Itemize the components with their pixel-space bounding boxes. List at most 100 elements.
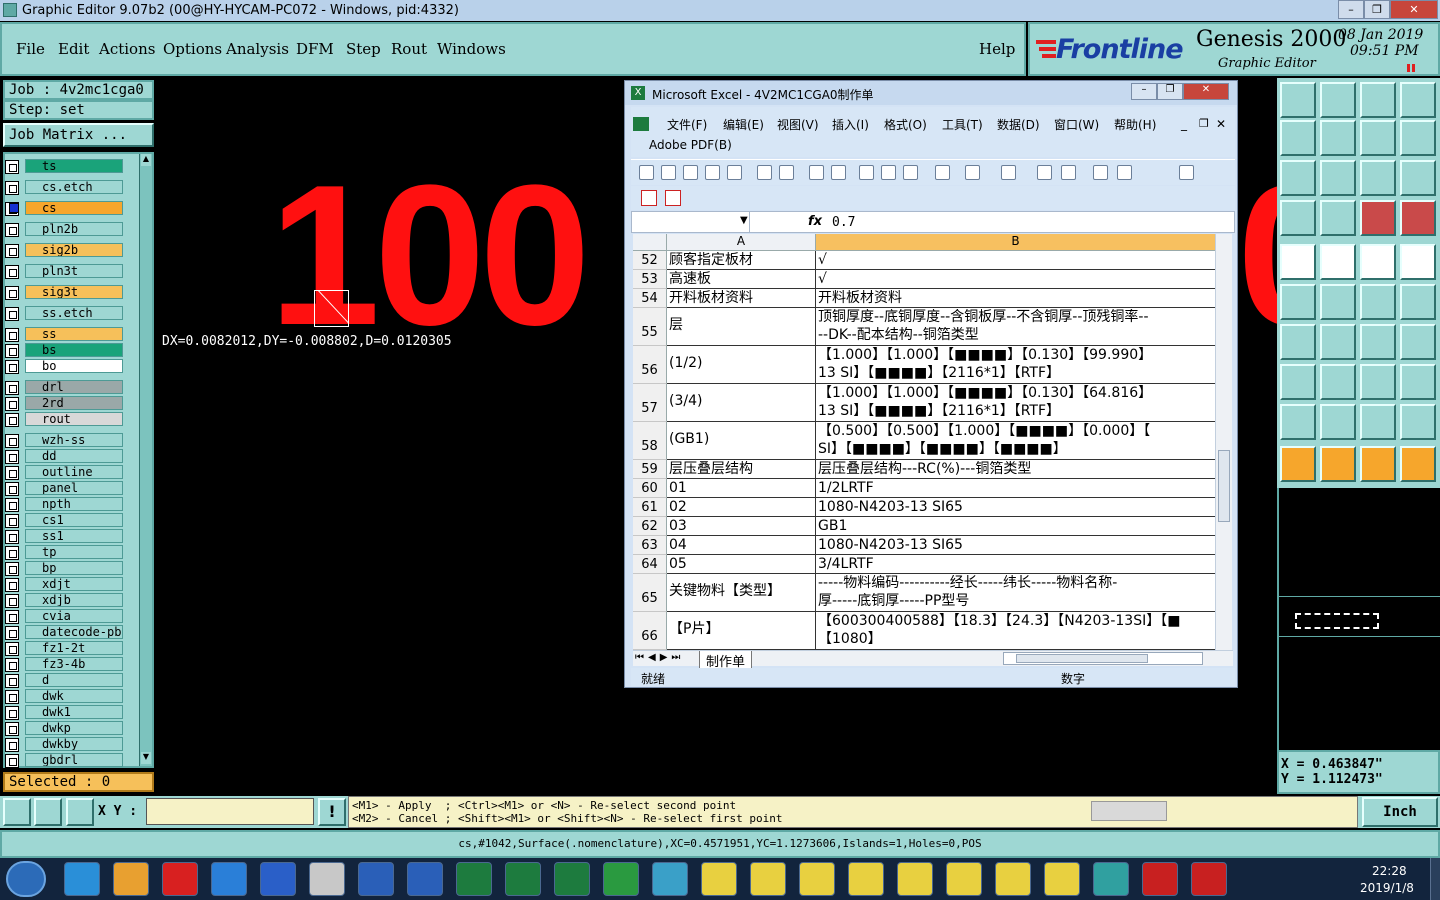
acrobat-icon-2[interactable] [1191, 862, 1227, 896]
layer-checkbox[interactable] [5, 690, 19, 704]
snap-icon[interactable] [3, 798, 31, 826]
measure-distance-icon[interactable] [1360, 364, 1396, 400]
layer-checkbox[interactable] [5, 286, 19, 300]
row-number[interactable]: 57 [633, 384, 667, 422]
row-number[interactable]: 61 [633, 498, 667, 517]
cell-b[interactable]: √ [818, 252, 1214, 269]
layer-row[interactable]: datecode-pbe [25, 625, 123, 639]
task-x-icon-8[interactable] [1044, 862, 1080, 896]
excel-vscroll[interactable] [1215, 234, 1232, 650]
layer-row[interactable]: tp [25, 545, 123, 559]
menu-options[interactable]: Options [163, 40, 222, 58]
browser-icon[interactable] [64, 862, 100, 896]
layer-checkbox[interactable] [5, 562, 19, 576]
cell-a[interactable]: 层压叠层结构 [669, 461, 815, 478]
minimize-button[interactable]: – [1338, 0, 1364, 19]
pointer-icon[interactable] [1280, 446, 1316, 482]
cell-a[interactable]: 顾客指定板材 [669, 252, 815, 269]
layer-checkbox[interactable] [5, 413, 19, 427]
cell-a[interactable]: (1/2) [669, 355, 815, 372]
cell-b[interactable]: 【1.000】【1.000】【■■■■】【0.130】【99.990】 [818, 347, 1214, 364]
excel-restore-button[interactable]: ❐ [1157, 83, 1183, 100]
layer-row[interactable]: bp [25, 561, 123, 575]
excel-close-button[interactable]: ✕ [1183, 83, 1229, 100]
layer-row[interactable]: drl [25, 380, 123, 394]
layer-row[interactable]: ss.etch [25, 306, 123, 320]
surface-icon[interactable] [1360, 244, 1396, 280]
menu-windows[interactable]: Windows [437, 40, 506, 58]
measure-icon[interactable] [34, 798, 62, 826]
cell-a[interactable]: (GB1) [669, 431, 815, 448]
permission-icon[interactable] [705, 165, 720, 180]
row-number[interactable]: 59 [633, 460, 667, 479]
layer-checkbox[interactable] [5, 658, 19, 672]
layer-row[interactable]: outline [25, 465, 123, 479]
cut-line-icon[interactable] [1320, 324, 1356, 360]
cell-b[interactable]: 顶铜厚度--底铜厚度--含铜板厚--不含铜厚--顶残铜率-- [818, 309, 1214, 326]
ime-toolbar[interactable] [1091, 801, 1167, 821]
row-number[interactable]: 55 [633, 308, 667, 346]
menu-dfm[interactable]: DFM [296, 40, 334, 58]
start-button-icon[interactable] [6, 861, 46, 897]
menu-rout[interactable]: Rout [391, 40, 427, 58]
save-icon[interactable] [683, 165, 698, 180]
layer-checkbox[interactable] [5, 397, 19, 411]
layer-checkbox[interactable] [5, 265, 19, 279]
cell-a[interactable]: 层 [669, 317, 815, 334]
xy-input[interactable] [146, 798, 314, 825]
task-x-icon-4[interactable] [848, 862, 884, 896]
home-view-icon[interactable] [1360, 82, 1396, 118]
layer-checkbox[interactable] [5, 546, 19, 560]
row-number[interactable]: 54 [633, 289, 667, 308]
layer-row[interactable]: fz3-4b [25, 657, 123, 671]
layer-checkbox[interactable] [5, 160, 19, 174]
menu-analysis[interactable]: Analysis [226, 40, 289, 58]
excel-grid[interactable]: A B 52 顾客指定板材 √ 53 高速板 √ 54 开料板材资料 开料板材资料 55 层顶铜厚度… [633, 234, 1215, 650]
notepad-icon[interactable] [309, 862, 345, 896]
layer-checkbox[interactable] [5, 578, 19, 592]
top-view-icon[interactable] [1280, 82, 1316, 118]
cell-b[interactable]: √ [818, 271, 1214, 288]
excel-icon[interactable] [456, 862, 492, 896]
mail-icon[interactable] [727, 165, 742, 180]
excel-menu-format[interactable]: 格式(O) [884, 116, 927, 133]
snap-point-icon[interactable] [1360, 284, 1396, 320]
layer-row[interactable]: cs.etch [25, 180, 123, 194]
hyperlink-icon[interactable] [1037, 165, 1052, 180]
layer-row[interactable]: sig3t [25, 285, 123, 299]
excel-menu-help[interactable]: 帮助(H) [1114, 116, 1156, 133]
layer-row[interactable]: bo [25, 359, 123, 373]
cell-a[interactable]: 04 [669, 537, 815, 554]
pdf-mail-icon[interactable] [665, 190, 681, 206]
layer-checkbox[interactable] [5, 498, 19, 512]
excel-menu-pdf[interactable]: Adobe PDF(B) [649, 138, 732, 152]
cell-b[interactable]: -----物料编码----------经长-----纬长-----物料名称- [818, 575, 1214, 592]
cell-a[interactable]: 01 [669, 480, 815, 497]
layer-row[interactable]: dd [25, 449, 123, 463]
vscroll-thumb[interactable] [1218, 450, 1230, 522]
redo-icon[interactable] [1001, 165, 1016, 180]
layer-checkbox[interactable] [5, 530, 19, 544]
zoom-fit-icon[interactable] [1280, 160, 1316, 196]
sort-asc-icon[interactable] [1093, 165, 1108, 180]
row-number[interactable]: 62 [633, 517, 667, 536]
excel-menu-view[interactable]: 视图(V) [777, 116, 819, 133]
layer-checkbox[interactable] [5, 181, 19, 195]
mirror-icon[interactable] [1360, 120, 1396, 156]
cut-icon[interactable] [859, 165, 874, 180]
cell-b[interactable]: 【600300400588】【18.3】【24.3】【N4203-13SI】【■ [818, 613, 1214, 630]
layer-split-icon[interactable] [1360, 200, 1396, 236]
task-x-icon-6[interactable] [946, 862, 982, 896]
menu-actions[interactable]: Actions [99, 40, 155, 58]
move-icon[interactable] [1400, 284, 1436, 320]
autosum-icon[interactable] [1061, 165, 1076, 180]
cross-icon[interactable] [1320, 284, 1356, 320]
excel-doc-min-icon[interactable]: _ [1181, 117, 1187, 131]
pan-right-icon[interactable] [1320, 120, 1356, 156]
layer-row[interactable]: bs [25, 343, 123, 357]
format-painter-icon[interactable] [935, 165, 950, 180]
layer-checkbox[interactable] [5, 706, 19, 720]
layer-row[interactable]: pln2b [25, 222, 123, 236]
rotate-icon[interactable] [1360, 324, 1396, 360]
cell-b[interactable]: 层压叠层结构---RC(%)---铜箔类型 [818, 461, 1214, 478]
